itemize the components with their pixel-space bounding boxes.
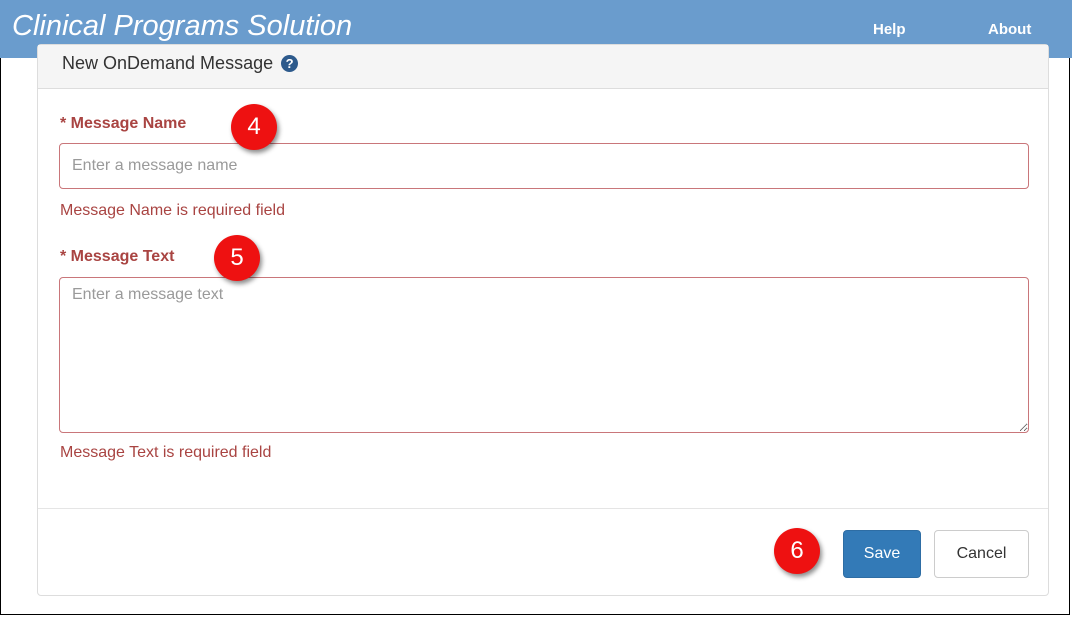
panel-header: New OnDemand Message ? bbox=[38, 45, 1048, 89]
message-text-error: Message Text is required field bbox=[60, 444, 272, 461]
cancel-button[interactable]: Cancel bbox=[934, 530, 1029, 578]
message-text-textarea[interactable] bbox=[59, 277, 1029, 433]
message-text-label: * Message Text bbox=[60, 248, 175, 265]
panel-footer-divider bbox=[38, 508, 1048, 510]
callout-badge-name: 4 bbox=[231, 104, 277, 150]
message-name-label: * Message Name bbox=[60, 115, 187, 132]
about-link[interactable]: About bbox=[988, 21, 1031, 38]
message-name-input[interactable] bbox=[59, 143, 1029, 189]
app-brand[interactable]: Clinical Programs Solution bbox=[12, 10, 352, 43]
panel-title: New OnDemand Message ? bbox=[62, 53, 299, 74]
panel-title-text: New OnDemand Message bbox=[62, 53, 274, 73]
help-link[interactable]: Help bbox=[873, 21, 906, 38]
callout-badge-save: 6 bbox=[774, 528, 820, 574]
question-circle-icon[interactable]: ? bbox=[281, 55, 299, 72]
message-name-error: Message Name is required field bbox=[60, 202, 285, 219]
message-panel: New OnDemand Message ? * Message Name Me… bbox=[37, 44, 1049, 596]
callout-badge-text: 5 bbox=[214, 235, 260, 281]
save-button[interactable]: Save bbox=[843, 530, 921, 578]
